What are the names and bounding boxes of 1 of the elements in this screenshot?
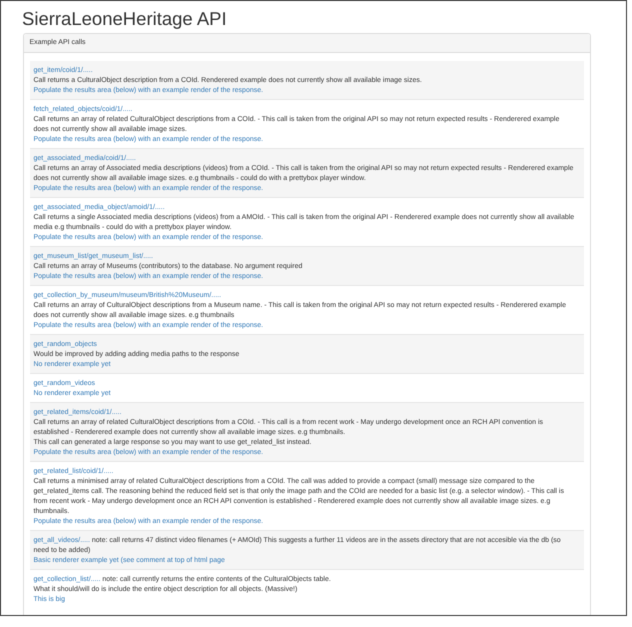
page-title: SierraLeoneHeritage API [22, 6, 227, 30]
